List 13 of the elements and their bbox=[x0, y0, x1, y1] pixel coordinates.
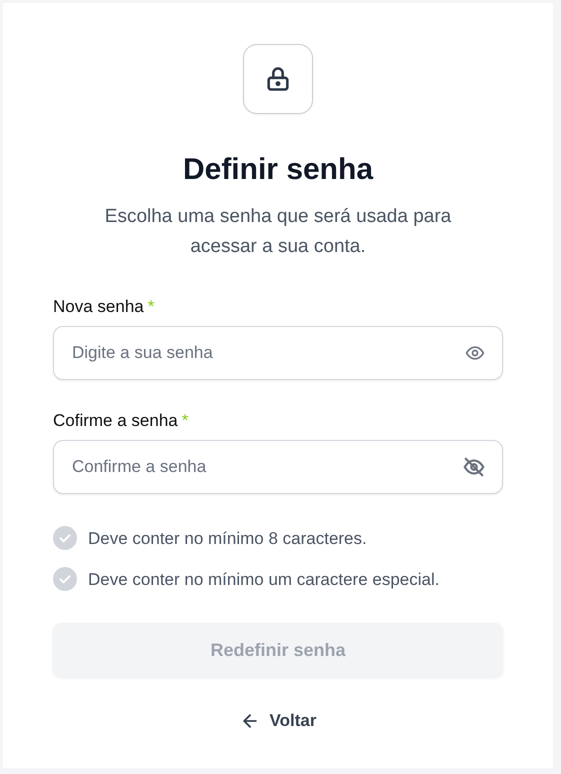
field-label: Nova senha bbox=[53, 296, 144, 318]
field-label: Cofirme a senha bbox=[53, 410, 178, 432]
subtitle: Escolha uma senha que será usada para acessar a sua conta. bbox=[104, 205, 452, 259]
back-link[interactable]: Voltar bbox=[240, 711, 316, 731]
eye-off-icon[interactable] bbox=[463, 456, 485, 478]
page-title: Definir senha bbox=[182, 152, 374, 188]
requirement-text: Deve conter no mínimo um caractere especial. bbox=[88, 568, 440, 590]
password-field[interactable]: Digite a sua senha bbox=[53, 326, 503, 380]
lock-icon bbox=[243, 44, 313, 114]
required-mark: * bbox=[182, 410, 188, 432]
required-mark: * bbox=[148, 296, 154, 318]
password-field[interactable]: Confirme a senha bbox=[53, 440, 503, 494]
requirement-text: Deve conter no mínimo 8 caracteres. bbox=[88, 528, 367, 550]
